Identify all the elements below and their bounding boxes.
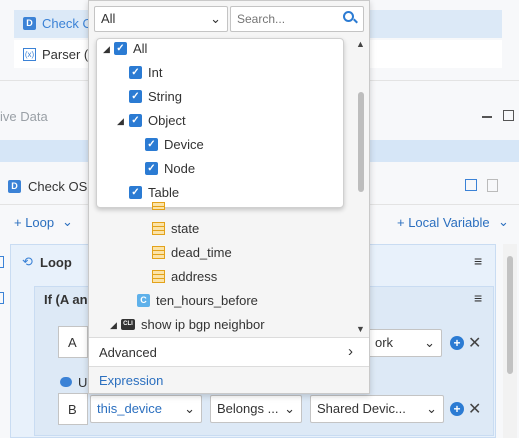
condition-a-value-select[interactable]: ork ⌄ [368, 329, 442, 357]
user-icon [60, 377, 72, 387]
menu-icon[interactable]: ≡ [474, 290, 482, 306]
tree-item-show-ip-bgp-neighbor[interactable]: show ip bgp neighbor [141, 317, 265, 332]
add-loop-menu[interactable]: + Loop [14, 215, 54, 230]
cli-icon: CLI [121, 319, 135, 330]
menu-icon[interactable]: ≡ [474, 253, 482, 269]
condition-b-operator-select[interactable]: Belongs ... ⌄ [210, 395, 302, 423]
chevron-down-icon: ⌄ [498, 214, 509, 229]
checklist-item-table: Table [148, 185, 180, 200]
loop-block-label: Loop [40, 255, 72, 270]
advanced-label: Advanced [99, 345, 157, 360]
add-local-variable-menu[interactable]: + Local Variable [397, 215, 490, 230]
checklist-item-int: Int [148, 65, 163, 80]
checklist-item-node: Node [164, 161, 196, 176]
chevron-down-icon: ⌄ [62, 214, 73, 229]
live-data-label: ive Data [0, 109, 48, 124]
condition-u-label: U [78, 375, 88, 390]
check-os-label: Check OS [28, 179, 88, 194]
maximize-icon[interactable] [503, 110, 514, 121]
condition-letter-b: B [68, 402, 77, 417]
table-icon [152, 202, 165, 210]
condition-b-variable: this_device [97, 401, 163, 416]
checkbox-int[interactable]: ✓ [129, 66, 142, 79]
tree-item-address[interactable]: address [171, 269, 217, 284]
expression-link[interactable]: Expression [99, 373, 163, 388]
collapse-arrow-icon[interactable]: ◢ [103, 44, 110, 55]
paste-icon[interactable] [487, 179, 498, 192]
add-condition-icon[interactable]: + [450, 402, 464, 416]
checkbox-device[interactable]: ✓ [145, 138, 158, 151]
checklist-item-device: Device [164, 137, 204, 152]
table-icon [152, 246, 165, 259]
remove-condition-icon[interactable]: ✕ [468, 399, 481, 419]
loop-left-marker [0, 256, 4, 268]
chevron-right-icon: › [348, 343, 353, 360]
table-icon [152, 222, 165, 235]
scrollbar-thumb[interactable] [507, 256, 513, 374]
checkbox-node[interactable]: ✓ [145, 162, 158, 175]
table-icon [152, 270, 165, 283]
condition-b-value: Shared Devic... [317, 401, 406, 416]
device-icon: D [8, 180, 21, 193]
type-filter-select[interactable]: All ⌄ [94, 6, 228, 32]
condition-b-variable-select[interactable]: this_device ⌄ [90, 395, 202, 423]
tree-item-ten-hours-before[interactable]: ten_hours_before [156, 293, 258, 308]
chevron-down-icon: ⌄ [210, 11, 221, 26]
device-icon: D [23, 17, 36, 30]
loop-icon: ⟲ [22, 254, 33, 269]
scroll-down-icon[interactable]: ▼ [356, 324, 365, 334]
constant-icon: C [137, 294, 150, 307]
condition-b-operator: Belongs ... [217, 401, 279, 416]
collapse-arrow-icon[interactable]: ◢ [110, 320, 117, 331]
condition-letter-a: A [68, 335, 77, 350]
checkbox-all[interactable]: ✓ [114, 42, 127, 55]
chevron-down-icon: ⌄ [424, 335, 435, 350]
if-left-marker [0, 292, 4, 304]
checklist-item-all: All [133, 41, 148, 56]
scroll-up-icon[interactable]: ▲ [356, 39, 365, 49]
tree-scrollbar-thumb[interactable] [358, 92, 364, 192]
add-condition-icon[interactable]: + [450, 336, 464, 350]
checkbox-string[interactable]: ✓ [129, 90, 142, 103]
tree-item-dead-time[interactable]: dead_time [171, 245, 232, 260]
search-icon[interactable] [343, 11, 354, 22]
copy-icon[interactable] [465, 179, 477, 191]
chevron-down-icon: ⌄ [426, 401, 437, 416]
condition-a-value: ork [375, 335, 394, 350]
minimize-icon[interactable] [482, 116, 492, 118]
tree-item-state[interactable]: state [171, 221, 199, 236]
checklist-item-string: String [148, 89, 182, 104]
chevron-down-icon: ⌄ [284, 401, 295, 416]
checkbox-object[interactable]: ✓ [129, 114, 142, 127]
checkbox-table[interactable]: ✓ [129, 186, 142, 199]
collapse-arrow-icon[interactable]: ◢ [117, 116, 124, 127]
parser-icon: (x) [23, 48, 36, 61]
type-filter-value: All [101, 11, 116, 26]
chevron-down-icon: ⌄ [184, 401, 195, 416]
list-row-check-label: Check O [42, 16, 93, 31]
remove-condition-icon[interactable]: ✕ [468, 333, 481, 353]
checklist-item-object: Object [148, 113, 186, 128]
condition-b-value-select[interactable]: Shared Devic... ⌄ [310, 395, 444, 423]
